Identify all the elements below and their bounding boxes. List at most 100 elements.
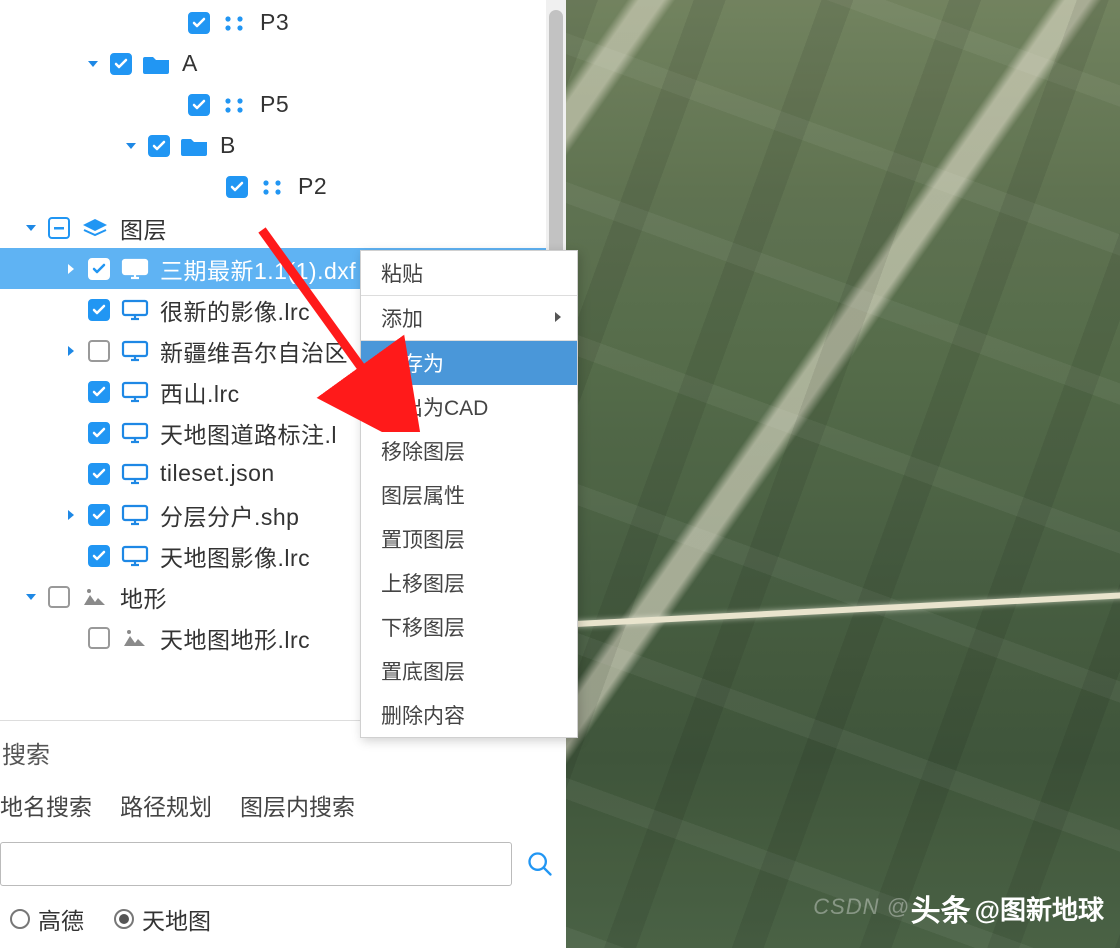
- tree-item-label: A: [182, 50, 198, 77]
- tree-row[interactable]: P3: [0, 2, 566, 43]
- watermark-csdn: CSDN @: [813, 894, 910, 920]
- context-menu-item-label: 导出为CAD: [381, 392, 488, 422]
- tree-row[interactable]: 图层: [0, 207, 566, 248]
- provider-radio-label: 高德: [38, 902, 84, 936]
- context-menu-item[interactable]: 图层属性: [361, 473, 577, 517]
- visibility-checkbox[interactable]: [188, 94, 210, 116]
- tree-item-label: 新疆维吾尔自治区: [160, 334, 348, 368]
- context-menu-item[interactable]: 添加: [361, 296, 577, 340]
- map-provider-radios: 高德 天地图: [0, 900, 558, 948]
- tree-item-label: P5: [260, 91, 289, 118]
- visibility-checkbox[interactable]: [88, 545, 110, 567]
- visibility-checkbox[interactable]: [148, 135, 170, 157]
- monitor-icon: [120, 339, 150, 363]
- tree-item-label: P2: [298, 173, 327, 200]
- radio-icon: [10, 909, 30, 929]
- context-menu-item-label: 另存为: [381, 348, 444, 378]
- tree-row[interactable]: B: [0, 125, 566, 166]
- context-menu-item[interactable]: 粘贴: [361, 251, 577, 295]
- visibility-checkbox[interactable]: [48, 217, 70, 239]
- folder-icon: [180, 134, 210, 158]
- visibility-checkbox[interactable]: [88, 422, 110, 444]
- visibility-checkbox[interactable]: [88, 381, 110, 403]
- terrain-icon: [80, 585, 110, 609]
- watermark-toutiao: 头条 @图新地球: [911, 886, 1104, 930]
- context-menu-item[interactable]: 置底图层: [361, 649, 577, 693]
- visibility-checkbox[interactable]: [88, 504, 110, 526]
- monitor-icon: [120, 421, 150, 445]
- context-menu-item[interactable]: 删除内容: [361, 693, 577, 737]
- monitor-icon: [120, 462, 150, 486]
- disclosure-triangle-icon[interactable]: [60, 340, 82, 362]
- map-viewport[interactable]: CSDN @ 头条 @图新地球: [566, 0, 1120, 948]
- disclosure-triangle-icon[interactable]: [82, 53, 104, 75]
- search-input[interactable]: [0, 842, 512, 886]
- search-tabs: 地名搜索路径规划图层内搜索: [0, 782, 558, 842]
- visibility-checkbox[interactable]: [88, 299, 110, 321]
- tree-item-label: 天地图地形.lrc: [160, 621, 310, 655]
- context-menu-item-label: 删除内容: [381, 700, 465, 730]
- points-icon: [220, 11, 250, 35]
- provider-radio[interactable]: 天地图: [114, 902, 211, 936]
- monitor-icon: [120, 298, 150, 322]
- context-menu-item[interactable]: 下移图层: [361, 605, 577, 649]
- disclosure-triangle-icon[interactable]: [120, 135, 142, 157]
- disclosure-triangle-icon[interactable]: [60, 258, 82, 280]
- search-tab[interactable]: 地名搜索: [0, 788, 92, 822]
- visibility-checkbox[interactable]: [88, 463, 110, 485]
- folder-icon: [142, 52, 172, 76]
- context-menu-item[interactable]: 另存为: [361, 341, 577, 385]
- context-menu-item-label: 粘贴: [381, 258, 423, 288]
- context-menu-item-label: 图层属性: [381, 480, 465, 510]
- search-tab[interactable]: 路径规划: [120, 788, 212, 822]
- tree-item-label: P3: [260, 9, 289, 36]
- tree-item-label: 天地图道路标注.l: [160, 416, 337, 450]
- tree-row[interactable]: P5: [0, 84, 566, 125]
- tree-row[interactable]: A: [0, 43, 566, 84]
- disclosure-triangle-icon[interactable]: [20, 217, 42, 239]
- search-panel: 搜索 地名搜索路径规划图层内搜索 高德 天地图: [0, 720, 566, 948]
- tree-row[interactable]: P2: [0, 166, 566, 207]
- visibility-checkbox[interactable]: [48, 586, 70, 608]
- visibility-checkbox[interactable]: [226, 176, 248, 198]
- monitor-icon: [120, 380, 150, 404]
- tree-item-label: 三期最新1.1(1).dxf: [160, 252, 356, 286]
- radio-icon: [114, 909, 134, 929]
- context-menu-item[interactable]: 置顶图层: [361, 517, 577, 561]
- search-button[interactable]: [522, 846, 558, 882]
- context-menu-item[interactable]: 上移图层: [361, 561, 577, 605]
- monitor-icon: [120, 503, 150, 527]
- disclosure-triangle-icon[interactable]: [20, 586, 42, 608]
- visibility-checkbox[interactable]: [88, 258, 110, 280]
- visibility-checkbox[interactable]: [110, 53, 132, 75]
- context-menu-item-label: 下移图层: [381, 612, 465, 642]
- context-menu-item-label: 上移图层: [381, 568, 465, 598]
- search-tab[interactable]: 图层内搜索: [240, 788, 355, 822]
- monitor-icon: [120, 544, 150, 568]
- tree-item-label: 很新的影像.lrc: [160, 293, 310, 327]
- points-icon: [220, 93, 250, 117]
- provider-radio-label: 天地图: [142, 902, 211, 936]
- tree-item-label: 地形: [120, 580, 167, 614]
- submenu-arrow-icon: [553, 306, 563, 330]
- tree-item-label: 西山.lrc: [160, 375, 240, 409]
- monitor-icon: [120, 257, 150, 281]
- terrain-icon: [120, 626, 150, 650]
- visibility-checkbox[interactable]: [88, 627, 110, 649]
- context-menu-item-label: 置底图层: [381, 656, 465, 686]
- visibility-checkbox[interactable]: [188, 12, 210, 34]
- context-menu[interactable]: 粘贴添加另存为导出为CAD 移除图层图层属性置顶图层上移图层下移图层置底图层删除内…: [360, 250, 578, 738]
- context-menu-item-label: 添加: [381, 303, 423, 333]
- context-menu-item-label: 移除图层: [381, 436, 465, 466]
- tree-item-label: 天地图影像.lrc: [160, 539, 310, 573]
- tree-item-label: 图层: [120, 211, 167, 245]
- search-title: 搜索: [0, 731, 558, 782]
- context-menu-item[interactable]: 导出为CAD: [361, 385, 577, 429]
- visibility-checkbox[interactable]: [88, 340, 110, 362]
- disclosure-triangle-icon[interactable]: [60, 504, 82, 526]
- tree-item-label: tileset.json: [160, 460, 275, 487]
- context-menu-item-label: 置顶图层: [381, 524, 465, 554]
- provider-radio[interactable]: 高德: [10, 902, 84, 936]
- context-menu-item[interactable]: 移除图层: [361, 429, 577, 473]
- layers-icon: [80, 216, 110, 240]
